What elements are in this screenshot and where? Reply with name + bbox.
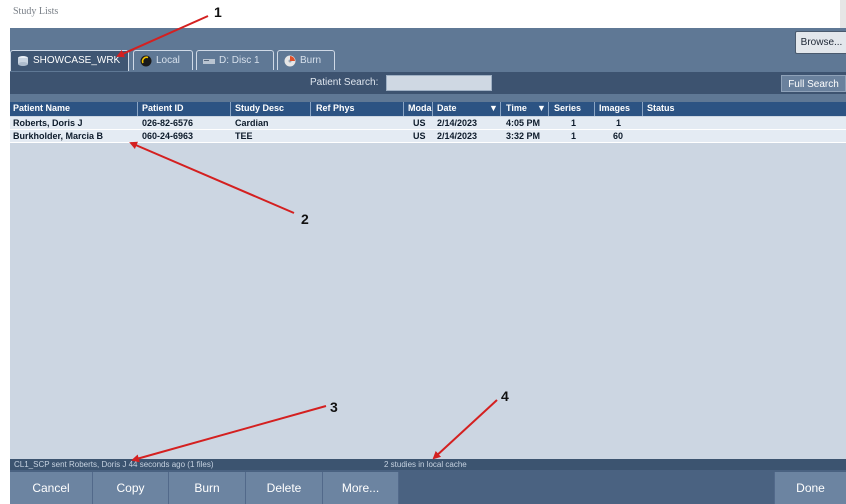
tab-burn[interactable]: Burn [277,50,335,70]
column-divider[interactable] [500,102,501,116]
tab-showcase-wrk[interactable]: SHOWCASE_WRK [10,50,129,71]
cell-series: 1 [571,131,577,141]
cell-time: 4:05 PM [506,118,541,128]
col-time[interactable]: Time [506,103,527,113]
cancel-button[interactable]: Cancel [10,472,93,504]
window-title: Study Lists [13,6,59,17]
delete-button[interactable]: Delete [246,472,323,504]
cell-study-desc: TEE [235,131,253,141]
cell-date: 2/14/2023 [437,131,478,141]
copy-button[interactable]: Copy [93,472,169,504]
callout-number-1: 1 [214,4,222,20]
status-message: CL1_SCP sent Roberts, Doris J 44 seconds… [14,460,214,469]
done-button[interactable]: Done [774,472,846,504]
column-divider[interactable] [137,102,138,116]
window-titlebar: Study Lists [0,0,846,28]
cell-images: 1 [616,118,622,128]
sort-desc-icon[interactable]: ▼ [489,103,498,113]
cell-images: 60 [613,131,624,141]
tab-label: D: Disc 1 [219,55,260,66]
column-divider[interactable] [230,102,231,116]
server-icon [17,55,29,67]
col-patient-name[interactable]: Patient Name [13,103,70,113]
column-divider[interactable] [594,102,595,116]
callout-number-2: 2 [301,211,309,227]
column-divider[interactable] [642,102,643,116]
burn-button[interactable]: Burn [169,472,246,504]
patient-search-bar: Patient Search: Full Search [10,72,846,94]
status-bar: CL1_SCP sent Roberts, Doris J 44 seconds… [10,459,846,470]
cell-study-desc: Cardian [235,118,269,128]
cell-modality: US [413,118,426,128]
tab-local[interactable]: Local [133,50,193,70]
col-images[interactable]: Images [599,103,630,113]
col-modality[interactable]: Moda [408,103,432,113]
cell-series: 1 [571,118,577,128]
cell-modality: US [413,131,426,141]
full-search-button[interactable]: Full Search [781,75,846,92]
column-divider[interactable] [403,102,404,116]
study-table: Patient Name Patient ID Study Desc Ref P… [10,102,846,460]
tab-label: Burn [300,55,322,66]
table-row[interactable]: Burkholder, Marcia B 060-24-6963 TEE US … [10,130,846,143]
col-date[interactable]: Date [437,103,457,113]
sort-desc-icon[interactable]: ▼ [537,103,546,113]
table-row[interactable]: Roberts, Doris J 026-82-6576 Cardian US … [10,117,846,130]
cell-patient-name: Roberts, Doris J [13,118,83,128]
browse-button[interactable]: Browse... [795,31,846,54]
callout-number-3: 3 [330,399,338,415]
column-divider[interactable] [432,102,433,116]
cell-time: 3:32 PM [506,131,541,141]
source-tabs: SHOWCASE_WRK Local D: Disc 1 Burn [10,50,610,71]
cell-patient-name: Burkholder, Marcia B [13,131,104,141]
cache-status: 2 studies in local cache [384,460,467,469]
column-divider[interactable] [310,102,311,116]
study-lists-panel: Browse... SHOWCASE_WRK Local D: Disc 1 B… [10,28,846,504]
col-ref-phys[interactable]: Ref Phys [316,103,355,113]
table-header: Patient Name Patient ID Study Desc Ref P… [10,102,846,116]
burn-disc-icon [284,55,296,67]
patient-search-label: Patient Search: [310,77,379,88]
cell-patient-id: 026-82-6576 [142,118,194,128]
patient-search-input[interactable] [386,75,492,91]
col-study-desc[interactable]: Study Desc [235,103,284,113]
tab-label: SHOWCASE_WRK [33,55,121,66]
disc-drive-icon [203,55,215,67]
globe-icon [140,55,152,67]
more-button[interactable]: More... [323,472,399,504]
tab-disc-1[interactable]: D: Disc 1 [196,50,274,70]
titlebar-scroll-stub [840,0,846,28]
callout-number-4: 4 [501,388,509,404]
col-patient-id[interactable]: Patient ID [142,103,184,113]
action-bar: Cancel Copy Burn Delete More... Done [10,470,846,504]
col-status[interactable]: Status [647,103,675,113]
cell-patient-id: 060-24-6963 [142,131,194,141]
col-series[interactable]: Series [554,103,581,113]
cell-date: 2/14/2023 [437,118,478,128]
column-divider[interactable] [548,102,549,116]
tab-label: Local [156,55,180,66]
